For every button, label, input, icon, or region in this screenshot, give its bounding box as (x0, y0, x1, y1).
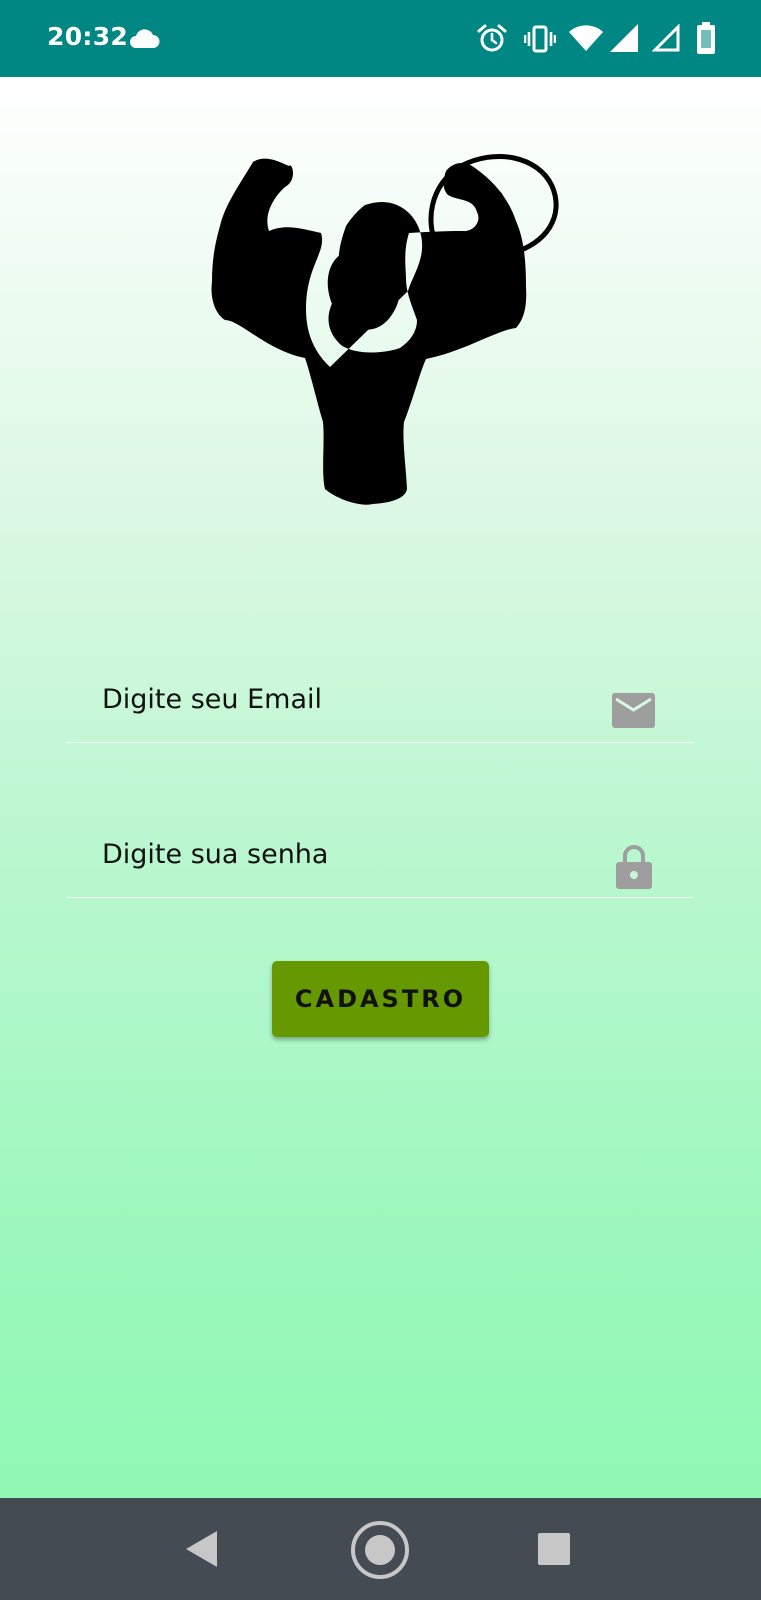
status-time: 20:32 (47, 22, 129, 51)
wifi-icon (569, 25, 603, 51)
password-placeholder: Digite sua senha (102, 839, 329, 870)
lock-icon (616, 845, 652, 889)
cloud-icon (130, 29, 160, 48)
home-icon[interactable] (350, 1520, 410, 1580)
signal-icon (610, 24, 638, 52)
navigation-bar (0, 1498, 761, 1600)
email-field[interactable]: Digite seu Email (67, 622, 693, 743)
muscle-man-question-icon: ? (211, 153, 559, 505)
recents-icon[interactable] (538, 1533, 570, 1565)
signup-screen: ? Digite seu Email Digite sua senha CADA… (0, 77, 761, 1498)
password-field[interactable]: Digite sua senha (67, 777, 693, 898)
back-icon[interactable] (186, 1531, 218, 1567)
battery-icon (697, 22, 715, 54)
cadastro-button[interactable]: CADASTRO (272, 961, 489, 1037)
status-bar: 20:32 (0, 0, 761, 77)
alarm-icon (477, 24, 507, 52)
mail-icon (612, 693, 655, 728)
vibrate-icon (524, 25, 556, 53)
signal-icon (652, 24, 680, 52)
email-placeholder: Digite seu Email (102, 684, 322, 715)
